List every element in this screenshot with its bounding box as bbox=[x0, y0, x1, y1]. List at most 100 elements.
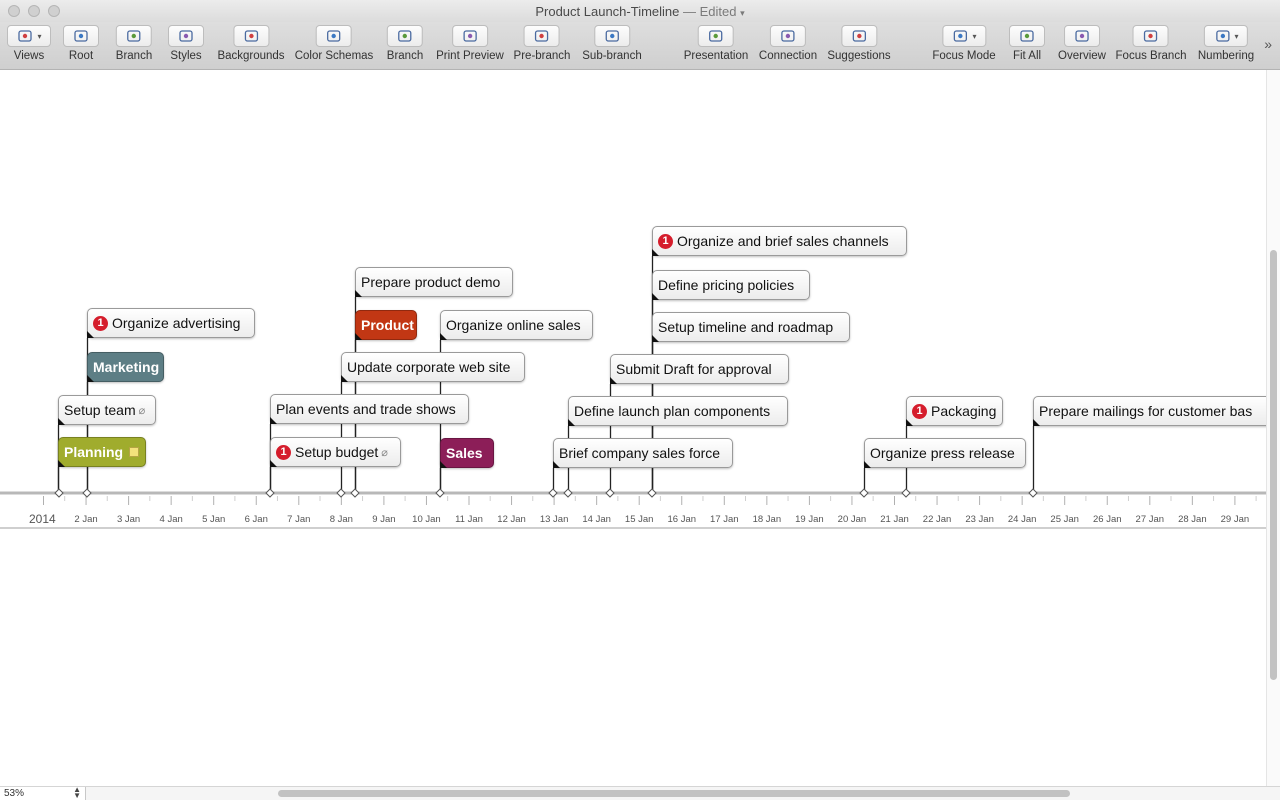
topic-organize-online-sales[interactable]: Organize online sales bbox=[440, 310, 593, 340]
topic-label: Organize online sales bbox=[446, 317, 581, 333]
horizontal-scroll-thumb[interactable] bbox=[278, 790, 1070, 797]
timeline-tick-label: 17 Jan bbox=[710, 514, 739, 525]
topic-organize-advertising[interactable]: 1 Organize advertising bbox=[87, 308, 255, 338]
topic-setup-timeline-and-roadmap[interactable]: Setup timeline and roadmap bbox=[652, 312, 850, 342]
toolbar-views-button[interactable]: ▾ Views bbox=[7, 25, 51, 62]
root-icon bbox=[63, 25, 99, 47]
vertical-scroll-thumb[interactable] bbox=[1270, 250, 1277, 680]
topic-anchor bbox=[1033, 419, 1040, 426]
timeline-tick-label: 2 Jan bbox=[74, 514, 98, 525]
topic-anchor bbox=[652, 335, 659, 342]
topic-anchor bbox=[568, 419, 575, 426]
timeline-tick-label: 27 Jan bbox=[1135, 514, 1165, 525]
toolbar-button-label: Connection bbox=[758, 50, 818, 62]
toolbar-add-branch-button[interactable]: Branch bbox=[387, 25, 423, 62]
toolbar-pre-branch-button[interactable]: Pre-branch bbox=[514, 25, 570, 62]
topic-label: Setup team bbox=[64, 402, 136, 418]
timeline-tick-label: 22 Jan bbox=[922, 514, 952, 525]
topic-label: Prepare product demo bbox=[361, 274, 501, 290]
vertical-scrollbar[interactable] bbox=[1266, 70, 1280, 786]
topic-prepare-mailings-for-customer-base[interactable]: Prepare mailings for customer bas bbox=[1033, 396, 1266, 426]
priority-1-icon: 1 bbox=[93, 315, 108, 331]
toolbar-numbering-button[interactable]: ▾ Numbering bbox=[1198, 25, 1254, 62]
status-bar: 53% ▲ ▼ bbox=[0, 786, 1280, 800]
topic-label: Organize advertising bbox=[112, 315, 241, 331]
note-icon[interactable] bbox=[129, 447, 139, 457]
topic-define-launch-plan-components[interactable]: Define launch plan components bbox=[568, 396, 788, 426]
topic-plan-events-and-trade-shows[interactable]: Plan events and trade shows bbox=[270, 394, 469, 424]
toolbar-overflow-icon[interactable]: » bbox=[1264, 36, 1272, 52]
timeline-tick-label: 11 Jan bbox=[455, 514, 483, 525]
topic-anchor bbox=[440, 461, 447, 468]
timeline-tick-label: 28 Jan bbox=[1178, 514, 1207, 525]
topic-setup-budget[interactable]: 1 Setup budget ⌀ bbox=[270, 437, 401, 467]
toolbar-branch-style-button[interactable]: Branch bbox=[116, 25, 152, 62]
timeline-tick-label: 10 Jan bbox=[412, 514, 441, 525]
toolbar-styles-button[interactable]: Styles bbox=[168, 25, 204, 62]
window-title[interactable]: Product Launch-Timeline — Edited ▾ bbox=[0, 4, 1280, 19]
topic-label: Planning bbox=[64, 444, 124, 460]
topic-label: Update corporate web site bbox=[347, 359, 511, 375]
focus-mode-icon: ▾ bbox=[942, 25, 986, 47]
mind-map-canvas[interactable]: 2014 2 Jan 3 Jan 4 Jan 5 Jan 6 Jan 7 Jan 8 Jan… bbox=[0, 70, 1266, 786]
toolbar-button-label: Fit All bbox=[1012, 50, 1042, 62]
presentation-icon bbox=[697, 25, 734, 47]
attachment-icon[interactable]: ⌀ bbox=[381, 446, 388, 459]
toolbar-sub-branch-button[interactable]: Sub-branch bbox=[582, 25, 642, 62]
topic-planning[interactable]: Planning bbox=[58, 437, 146, 467]
toolbar-fit-all-button[interactable]: Fit All bbox=[1009, 25, 1045, 62]
topic-organize-press-release[interactable]: Organize press release bbox=[864, 438, 1026, 468]
toolbar-suggestions-button[interactable]: Suggestions bbox=[827, 25, 891, 62]
topic-product[interactable]: Product bbox=[355, 310, 417, 340]
topic-label: Marketing bbox=[93, 359, 160, 375]
topic-brief-company-sales-force[interactable]: Brief company sales force bbox=[553, 438, 733, 468]
topic-setup-team[interactable]: Setup team ⌀ bbox=[58, 395, 156, 425]
topic-label: Setup timeline and roadmap bbox=[658, 319, 834, 335]
attachment-icon[interactable]: ⌀ bbox=[139, 404, 146, 417]
toolbar-focus-mode-button[interactable]: ▾ Focus Mode bbox=[932, 25, 996, 62]
timeline-tick-label: 6 Jan bbox=[244, 514, 268, 525]
topic-update-corporate-web-site[interactable]: Update corporate web site bbox=[341, 352, 525, 382]
topic-anchor bbox=[87, 375, 94, 382]
timeline-tick-label: 9 Jan bbox=[372, 514, 396, 525]
topic-prepare-product-demo[interactable]: Prepare product demo bbox=[355, 267, 513, 297]
topic-sales[interactable]: Sales bbox=[440, 438, 494, 468]
priority-1-icon: 1 bbox=[658, 233, 673, 249]
timeline-axis: 2014 2 Jan 3 Jan 4 Jan 5 Jan 6 Jan 7 Jan 8 Jan… bbox=[0, 490, 1266, 528]
topic-label: Prepare mailings for customer bas bbox=[1039, 403, 1253, 419]
timeline-tick-label: 15 Jan bbox=[624, 514, 654, 525]
printer-icon bbox=[452, 25, 488, 47]
toolbar-connection-button[interactable]: Connection bbox=[759, 25, 817, 62]
color-schemas-icon bbox=[316, 25, 352, 47]
topic-define-pricing-policies[interactable]: Define pricing policies bbox=[652, 270, 810, 300]
topic-anchor bbox=[87, 331, 94, 338]
timeline-tick-label: 25 Jan bbox=[1050, 514, 1079, 525]
toolbar-color-schemas-button[interactable]: Color Schemas bbox=[295, 25, 373, 62]
toolbar-button-label: Backgrounds bbox=[217, 50, 285, 62]
zoom-value: 53% bbox=[4, 788, 25, 799]
timeline-tick-label: 20 Jan bbox=[837, 514, 867, 525]
timeline-tick-label: 26 Jan bbox=[1092, 514, 1122, 525]
toolbar-binoculars-button[interactable]: Overview bbox=[1058, 25, 1106, 62]
toolbar-button-label: Root bbox=[68, 50, 94, 62]
timeline-tick-label: 16 Jan bbox=[667, 514, 697, 525]
topic-submit-draft-for-approval[interactable]: Submit Draft for approval bbox=[610, 354, 789, 384]
topic-organize-and-brief-sales-channels[interactable]: 1 Organize and brief sales channels bbox=[652, 226, 907, 256]
updown-arrow-icon: ▲ ▼ bbox=[73, 785, 81, 800]
numbering-icon: ▾ bbox=[1204, 25, 1248, 47]
topic-label: Submit Draft for approval bbox=[616, 361, 772, 377]
toolbar-printer-button[interactable]: Print Preview bbox=[436, 25, 504, 62]
topic-anchor bbox=[270, 417, 277, 424]
toolbar-root-button[interactable]: Root bbox=[63, 25, 99, 62]
toolbar-presentation-button[interactable]: Presentation bbox=[684, 25, 748, 62]
topic-packaging[interactable]: 1 Packaging bbox=[906, 396, 1003, 426]
toolbar-focus-branch-button[interactable]: Focus Branch bbox=[1116, 25, 1186, 62]
timeline-tick-label: 7 Jan bbox=[287, 514, 311, 525]
timeline-tick-label: 3 Jan bbox=[116, 514, 141, 525]
toolbar-backgrounds-button[interactable]: Backgrounds bbox=[217, 25, 285, 62]
zoom-select[interactable]: 53% ▲ ▼ bbox=[0, 785, 86, 800]
toolbar-button-label: Print Preview bbox=[436, 50, 504, 62]
topic-marketing[interactable]: Marketing bbox=[87, 352, 164, 382]
topic-label: Organize and brief sales channels bbox=[677, 233, 889, 249]
toolbar-button-label: Suggestions bbox=[827, 50, 891, 62]
